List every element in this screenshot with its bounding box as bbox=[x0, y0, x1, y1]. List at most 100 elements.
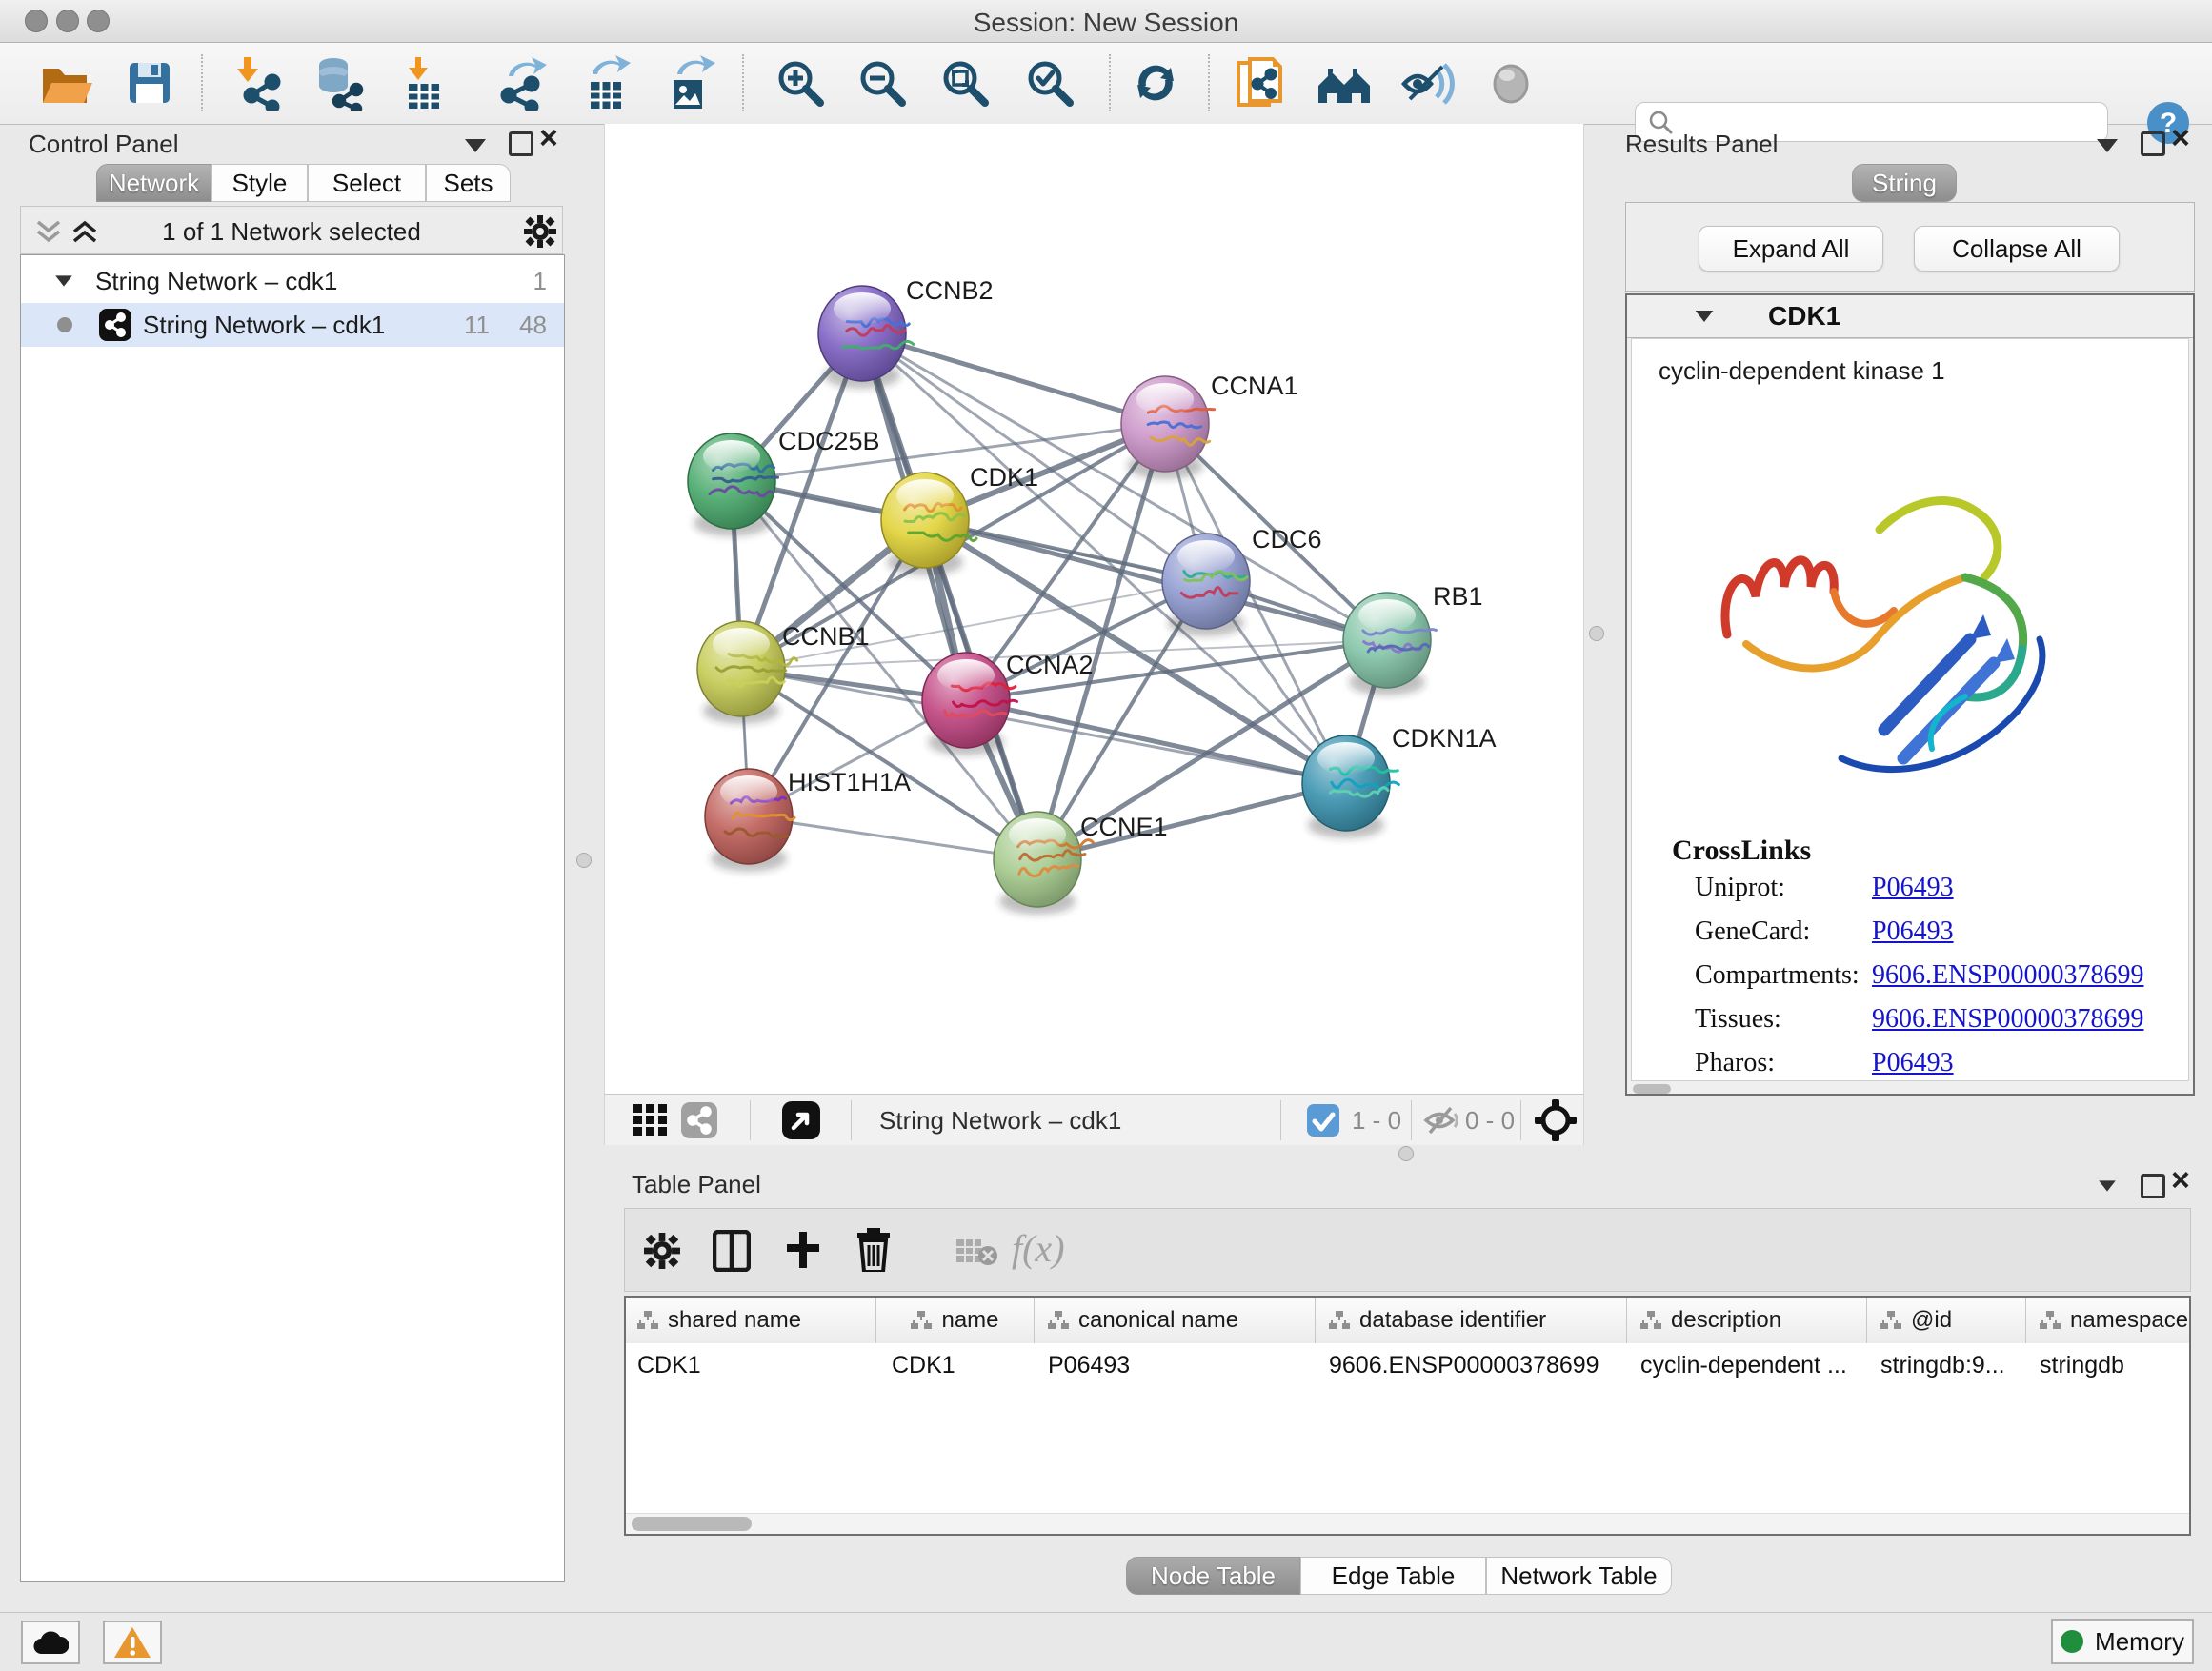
warnings-button[interactable] bbox=[103, 1621, 162, 1664]
export-image-icon bbox=[662, 55, 717, 111]
column-header[interactable]: namespace bbox=[2026, 1298, 2189, 1343]
results-panel-float-icon[interactable] bbox=[2141, 131, 2165, 156]
tab-string[interactable]: String bbox=[1852, 164, 1957, 202]
column-header[interactable]: shared name bbox=[626, 1298, 876, 1343]
import-network-database-button[interactable] bbox=[308, 52, 369, 113]
zoom-fit-button[interactable] bbox=[935, 52, 995, 113]
export-image-button[interactable] bbox=[659, 52, 720, 113]
table-cell[interactable]: stringdb:9... bbox=[1867, 1343, 2026, 1387]
fit-content-crosshair-icon[interactable] bbox=[1535, 1099, 1577, 1141]
results-hscrollbar-thumb[interactable] bbox=[1633, 1084, 1671, 1094]
delete-trash-icon[interactable] bbox=[855, 1228, 892, 1272]
network-edge[interactable] bbox=[862, 333, 1165, 424]
tab-network-table[interactable]: Network Table bbox=[1486, 1557, 1672, 1595]
zoom-selected-button[interactable] bbox=[1019, 52, 1080, 113]
network-view-share-icon[interactable] bbox=[681, 1102, 717, 1138]
export-network-button[interactable] bbox=[493, 52, 553, 113]
table-cell[interactable]: stringdb bbox=[2026, 1343, 2189, 1387]
network-collection-row[interactable]: String Network – cdk1 1 bbox=[21, 259, 564, 303]
table-panel-menu-icon[interactable] bbox=[2099, 1180, 2116, 1191]
control-panel-menu-icon[interactable] bbox=[465, 139, 486, 152]
hidden-eye-icon[interactable] bbox=[1422, 1104, 1460, 1137]
network-node-CDC25B[interactable] bbox=[688, 433, 778, 536]
column-header[interactable]: description bbox=[1627, 1298, 1867, 1343]
crosslink-pharos-link[interactable]: P06493 bbox=[1872, 1048, 1954, 1078]
crosslink-compartments-link[interactable]: 9606.ENSP00000378699 bbox=[1872, 960, 2143, 991]
function-builder-icon-disabled: f(x) bbox=[1012, 1226, 1065, 1271]
network-node-CDKN1A[interactable] bbox=[1302, 735, 1398, 838]
network-node-CCNA2[interactable] bbox=[922, 653, 1017, 755]
node-table: shared name name canonical name database… bbox=[624, 1296, 2191, 1536]
table-panel-close-icon[interactable]: × bbox=[2171, 1168, 2190, 1193]
zoom-out-button[interactable] bbox=[852, 52, 913, 113]
zoom-in-button[interactable] bbox=[770, 52, 831, 113]
entry-collapse-icon[interactable] bbox=[1696, 311, 1714, 322]
network-node-RB1[interactable] bbox=[1343, 593, 1437, 695]
crosslink-label: Tissues: bbox=[1695, 1004, 1781, 1035]
enrichment-button[interactable] bbox=[1398, 52, 1458, 113]
table-cell[interactable]: P06493 bbox=[1035, 1343, 1316, 1387]
window-title: Session: New Session bbox=[0, 8, 2212, 38]
results-entry-header[interactable]: CDK1 bbox=[1627, 295, 2193, 338]
column-header[interactable]: name bbox=[876, 1298, 1035, 1343]
export-table-button[interactable] bbox=[576, 52, 637, 113]
table-panel-float-icon[interactable] bbox=[2141, 1174, 2165, 1198]
database-import-icon bbox=[311, 55, 366, 111]
results-panel-close-icon[interactable]: × bbox=[2171, 126, 2190, 151]
horizontal-splitter-handle[interactable] bbox=[1398, 1146, 1414, 1161]
network-edge[interactable] bbox=[966, 700, 1346, 783]
network-node-CCNB2[interactable] bbox=[818, 286, 914, 389]
column-header[interactable]: canonical name bbox=[1035, 1298, 1316, 1343]
table-cell[interactable]: CDK1 bbox=[626, 1343, 876, 1387]
add-row-plus-icon[interactable] bbox=[783, 1230, 823, 1270]
table-cell[interactable]: cyclin-dependent ... bbox=[1627, 1343, 1867, 1387]
crosslink-genecard-link[interactable]: P06493 bbox=[1872, 916, 1954, 947]
tab-edge-table[interactable]: Edge Table bbox=[1300, 1557, 1486, 1595]
table-hscrollbar-track[interactable] bbox=[626, 1513, 2189, 1534]
tab-node-table[interactable]: Node Table bbox=[1126, 1557, 1300, 1595]
selected-checkbox-icon[interactable] bbox=[1307, 1104, 1339, 1137]
control-panel-float-icon[interactable] bbox=[509, 131, 533, 156]
gear-icon[interactable] bbox=[524, 215, 556, 248]
tab-network[interactable]: Network bbox=[96, 164, 211, 202]
column-header[interactable]: @id bbox=[1867, 1298, 2026, 1343]
add-column-icon[interactable] bbox=[713, 1230, 751, 1272]
collapse-all-button[interactable]: Collapse All bbox=[1914, 226, 2120, 272]
network-row-selected[interactable]: String Network – cdk1 11 48 bbox=[21, 303, 564, 347]
crosslink-label: Uniprot: bbox=[1695, 873, 1785, 903]
network-node-CDC6[interactable] bbox=[1162, 534, 1250, 636]
import-table-button[interactable] bbox=[394, 52, 455, 113]
tab-style[interactable]: Style bbox=[211, 164, 308, 202]
string-home-button[interactable] bbox=[1314, 52, 1375, 113]
tab-select[interactable]: Select bbox=[308, 164, 426, 202]
table-hscrollbar-thumb[interactable] bbox=[632, 1517, 752, 1531]
memory-button[interactable]: Memory bbox=[2051, 1619, 2194, 1664]
network-node-CCNA1[interactable] bbox=[1121, 376, 1215, 479]
crosslink-uniprot-link[interactable]: P06493 bbox=[1872, 873, 1954, 903]
open-session-button[interactable] bbox=[34, 52, 95, 113]
crosslink-tissues-link[interactable]: 9606.ENSP00000378699 bbox=[1872, 1004, 2143, 1035]
birdseye-icon[interactable] bbox=[782, 1101, 820, 1139]
expand-all-button[interactable]: Expand All bbox=[1699, 226, 1883, 272]
import-network-file-button[interactable] bbox=[228, 52, 289, 113]
results-panel-menu-icon[interactable] bbox=[2097, 139, 2118, 152]
column-header[interactable]: database identifier bbox=[1316, 1298, 1627, 1343]
string-import-button[interactable] bbox=[1230, 52, 1291, 113]
refresh-button[interactable] bbox=[1125, 52, 1186, 113]
left-splitter-handle[interactable] bbox=[576, 853, 592, 868]
network-node-HIST1H1A[interactable] bbox=[705, 769, 794, 872]
grid-view-icon[interactable] bbox=[633, 1104, 668, 1137]
table-settings-gear-icon[interactable] bbox=[644, 1233, 680, 1269]
network-svg[interactable]: CCNB2CCNA1CDC25BCDK1CDC6RB1CCNB1CCNA2CDK… bbox=[605, 124, 1585, 1094]
network-node-CDK1[interactable] bbox=[881, 473, 976, 575]
network-node-CCNE1[interactable] bbox=[994, 812, 1094, 915]
collection-expand-icon[interactable] bbox=[55, 275, 72, 286]
table-cell[interactable]: CDK1 bbox=[876, 1343, 1035, 1387]
table-cell[interactable]: 9606.ENSP00000378699 bbox=[1316, 1343, 1627, 1387]
cloud-button[interactable] bbox=[21, 1621, 80, 1664]
control-panel-close-icon[interactable]: × bbox=[539, 126, 558, 151]
right-splitter-handle[interactable] bbox=[1589, 626, 1604, 641]
network-canvas[interactable]: CCNB2CCNA1CDC25BCDK1CDC6RB1CCNB1CCNA2CDK… bbox=[604, 124, 1584, 1094]
tab-sets[interactable]: Sets bbox=[426, 164, 511, 202]
save-session-button[interactable] bbox=[119, 52, 180, 113]
